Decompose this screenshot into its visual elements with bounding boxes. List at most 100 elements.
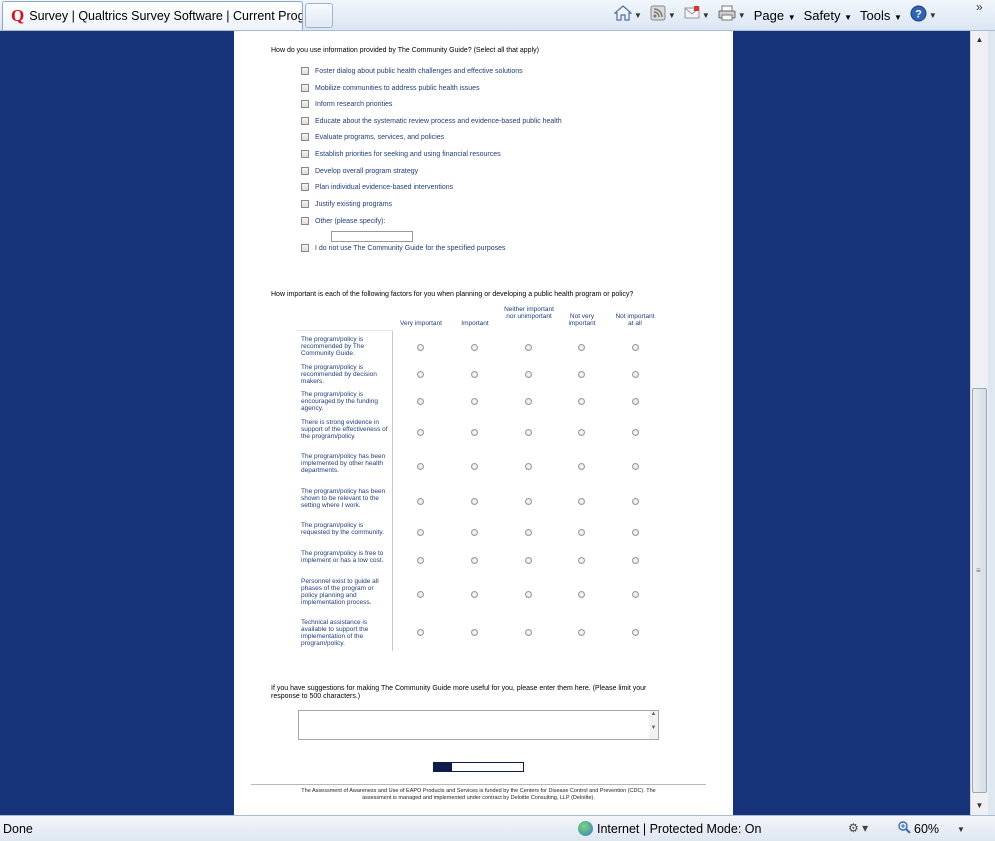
- matrix-radio[interactable]: [632, 557, 639, 564]
- matrix-radio[interactable]: [471, 398, 478, 405]
- matrix-radio[interactable]: [632, 429, 639, 436]
- option-develop-strategy[interactable]: Develop overall program strategy: [301, 166, 418, 176]
- matrix-radio[interactable]: [632, 498, 639, 505]
- other-specify-input[interactable]: [331, 231, 413, 242]
- matrix-radio[interactable]: [417, 371, 424, 378]
- matrix-radio[interactable]: [471, 498, 478, 505]
- option-inform-research[interactable]: Inform research priorities: [301, 99, 392, 109]
- matrix-radio[interactable]: [417, 463, 424, 470]
- matrix-radio[interactable]: [578, 591, 585, 598]
- matrix-radio[interactable]: [632, 629, 639, 636]
- more-commands-icon[interactable]: »: [976, 0, 983, 14]
- matrix-radio[interactable]: [578, 398, 585, 405]
- option-evaluate[interactable]: Evaluate programs, services, and policie…: [301, 132, 444, 142]
- matrix-radio[interactable]: [471, 529, 478, 536]
- zoom-dropdown-icon[interactable]: ▼: [957, 825, 965, 834]
- menu-page[interactable]: Page ▼: [754, 8, 796, 23]
- checkbox[interactable]: [301, 133, 309, 141]
- matrix-radio[interactable]: [417, 344, 424, 351]
- protected-mode-icon[interactable]: ⚙ ▾: [848, 821, 868, 835]
- option-other[interactable]: Other (please specify):: [301, 216, 385, 226]
- checkbox[interactable]: [301, 200, 309, 208]
- option-plan-interventions[interactable]: Plan individual evidence-based intervent…: [301, 182, 453, 192]
- matrix-radio[interactable]: [471, 629, 478, 636]
- option-do-not-use[interactable]: I do not use The Community Guide for the…: [301, 243, 506, 253]
- matrix-radio[interactable]: [417, 429, 424, 436]
- option-establish-priorities[interactable]: Establish priorities for seeking and usi…: [301, 149, 501, 159]
- checkbox[interactable]: [301, 84, 309, 92]
- matrix-radio[interactable]: [471, 344, 478, 351]
- matrix-radio[interactable]: [525, 557, 532, 564]
- matrix-radio[interactable]: [417, 398, 424, 405]
- print-dropdown-icon[interactable]: ▼: [738, 11, 746, 20]
- option-mobilize-communities[interactable]: Mobilize communities to address public h…: [301, 83, 480, 93]
- matrix-radio[interactable]: [471, 371, 478, 378]
- matrix-radio[interactable]: [632, 344, 639, 351]
- scrollbar-thumb[interactable]: ≡: [972, 388, 987, 793]
- feeds-dropdown-icon[interactable]: ▼: [668, 11, 676, 20]
- print-icon[interactable]: [718, 5, 736, 25]
- matrix-radio[interactable]: [632, 398, 639, 405]
- tab-survey[interactable]: Q Survey | Qualtrics Survey Software | C…: [2, 1, 303, 30]
- matrix-radio[interactable]: [417, 529, 424, 536]
- checkbox[interactable]: [301, 67, 309, 75]
- textarea-scrollbar[interactable]: ▲ ▼: [649, 711, 658, 739]
- matrix-radio[interactable]: [578, 557, 585, 564]
- checkbox[interactable]: [301, 183, 309, 191]
- matrix-row-label: The program/policy has been implemented …: [301, 453, 386, 474]
- checkbox[interactable]: [301, 167, 309, 175]
- matrix-radio[interactable]: [578, 629, 585, 636]
- matrix-radio[interactable]: [471, 557, 478, 564]
- matrix-radio[interactable]: [578, 463, 585, 470]
- matrix-radio[interactable]: [632, 591, 639, 598]
- matrix-radio[interactable]: [417, 591, 424, 598]
- mail-dropdown-icon[interactable]: ▼: [702, 11, 710, 20]
- matrix-radio[interactable]: [578, 529, 585, 536]
- matrix-radio[interactable]: [471, 591, 478, 598]
- matrix-radio[interactable]: [632, 463, 639, 470]
- matrix-radio[interactable]: [578, 371, 585, 378]
- option-educate[interactable]: Educate about the systematic review proc…: [301, 116, 562, 126]
- matrix-radio[interactable]: [417, 629, 424, 636]
- option-justify-programs[interactable]: Justify existing programs: [301, 199, 392, 209]
- matrix-radio[interactable]: [525, 591, 532, 598]
- checkbox[interactable]: [301, 100, 309, 108]
- matrix-radio[interactable]: [525, 371, 532, 378]
- menu-safety[interactable]: Safety ▼: [804, 8, 852, 23]
- matrix-radio[interactable]: [632, 529, 639, 536]
- matrix-radio[interactable]: [417, 557, 424, 564]
- matrix-radio[interactable]: [525, 344, 532, 351]
- matrix-radio[interactable]: [471, 429, 478, 436]
- matrix-radio[interactable]: [525, 529, 532, 536]
- help-icon[interactable]: ?: [910, 5, 927, 26]
- matrix-radio[interactable]: [525, 629, 532, 636]
- menu-tools[interactable]: Tools ▼: [860, 8, 902, 23]
- matrix-radio[interactable]: [578, 429, 585, 436]
- option-foster-dialog[interactable]: Foster dialog about public health challe…: [301, 66, 523, 76]
- matrix-radio[interactable]: [525, 463, 532, 470]
- matrix-radio[interactable]: [578, 344, 585, 351]
- new-tab-button[interactable]: [305, 3, 333, 28]
- matrix-radio[interactable]: [525, 429, 532, 436]
- matrix-radio[interactable]: [417, 498, 424, 505]
- checkbox[interactable]: [301, 150, 309, 158]
- matrix-radio[interactable]: [578, 498, 585, 505]
- checkbox[interactable]: [301, 117, 309, 125]
- help-dropdown-icon[interactable]: ▼: [929, 11, 937, 20]
- matrix-radio[interactable]: [471, 463, 478, 470]
- scroll-up-icon[interactable]: ▲: [971, 32, 988, 48]
- scroll-down-icon[interactable]: ▼: [971, 798, 988, 814]
- matrix-radio[interactable]: [632, 371, 639, 378]
- zoom-control[interactable]: 60%: [898, 821, 939, 837]
- matrix-radio[interactable]: [525, 498, 532, 505]
- home-icon[interactable]: [613, 5, 633, 25]
- checkbox[interactable]: [301, 244, 309, 252]
- mail-icon[interactable]: [684, 6, 700, 24]
- home-dropdown-icon[interactable]: ▼: [634, 11, 642, 20]
- matrix-radio[interactable]: [525, 398, 532, 405]
- checkbox[interactable]: [301, 217, 309, 225]
- security-zone[interactable]: Internet | Protected Mode: On: [578, 821, 761, 836]
- suggestions-textarea[interactable]: ▲ ▼: [298, 710, 659, 740]
- page-scrollbar[interactable]: ▲ ≡ ▼: [970, 31, 988, 815]
- feeds-icon[interactable]: [650, 5, 666, 25]
